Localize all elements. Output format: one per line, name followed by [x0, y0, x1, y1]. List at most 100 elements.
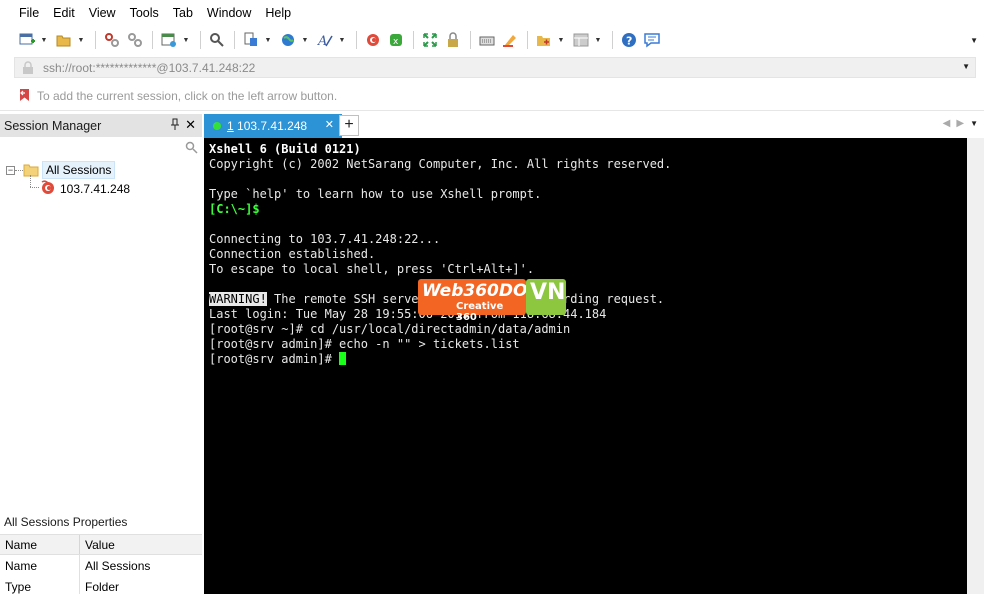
- collapse-toggle[interactable]: −: [6, 165, 15, 175]
- toolbar-overflow-icon[interactable]: ▼: [970, 36, 978, 45]
- toolbar-separator: [356, 31, 357, 49]
- tree-connector: [15, 169, 23, 171]
- tree-connector: [30, 175, 31, 187]
- open-folder-icon[interactable]: [53, 29, 75, 51]
- xftp-icon[interactable]: [362, 29, 384, 51]
- column-header-value[interactable]: Value: [80, 538, 202, 552]
- close-icon[interactable]: ✕: [185, 117, 196, 133]
- session-icon: [40, 179, 56, 198]
- tab-list-dropdown-icon[interactable]: ▼: [970, 119, 978, 128]
- property-value: All Sessions: [85, 558, 151, 573]
- watermark-brand: Web360DO: [422, 281, 528, 301]
- svg-text:x: x: [393, 37, 399, 47]
- fullscreen-icon[interactable]: [419, 29, 441, 51]
- new-session-dropdown-icon[interactable]: ▼: [39, 29, 49, 51]
- terminal-line: Xshell 6 (Build 0121): [209, 142, 361, 156]
- terminal-line: [root@srv admin]# echo -n "" > tickets.l…: [209, 337, 520, 351]
- column-header-name[interactable]: Name: [0, 535, 80, 554]
- warning-label: WARNING!: [209, 292, 267, 306]
- tab-prev-icon[interactable]: ◀: [943, 118, 957, 129]
- toolbar-separator: [413, 31, 414, 49]
- tab-navigation[interactable]: ◀▶▼: [943, 118, 978, 129]
- layout-icon[interactable]: [570, 29, 592, 51]
- session-tree-panel: − All Sessions 103.7.41.248: [0, 137, 202, 512]
- menu-tools[interactable]: Tools: [123, 0, 166, 26]
- session-manager-header: Session Manager ✕: [0, 114, 202, 137]
- terminal-line: Connection established.: [209, 247, 376, 261]
- remote-prompt: [root@srv admin]#: [209, 352, 340, 366]
- disconnect-icon[interactable]: [101, 29, 123, 51]
- terminal-line-current: [root@srv admin]#: [209, 352, 962, 367]
- menu-file[interactable]: File: [12, 0, 46, 26]
- search-icon[interactable]: [185, 141, 198, 157]
- pin-icon[interactable]: [170, 118, 180, 133]
- session-manager-title: Session Manager: [4, 118, 102, 133]
- tree-item-label[interactable]: All Sessions: [42, 161, 116, 179]
- terminal-scrollbar[interactable]: [967, 138, 984, 594]
- keyboard-icon[interactable]: [476, 29, 498, 51]
- terminal-output[interactable]: Xshell 6 (Build 0121) Copyright (c) 2002…: [204, 138, 967, 594]
- tree-item-session[interactable]: 103.7.41.248: [40, 179, 130, 198]
- address-input[interactable]: ssh://root:*************@103.7.41.248:22: [43, 61, 255, 75]
- reconnect-icon[interactable]: [124, 29, 146, 51]
- globe-dropdown-icon[interactable]: ▼: [300, 29, 310, 51]
- open-dropdown-icon[interactable]: ▼: [76, 29, 86, 51]
- bookmark-icon[interactable]: [18, 88, 32, 105]
- tree-item-label[interactable]: 103.7.41.248: [60, 182, 130, 196]
- lock-icon[interactable]: [442, 29, 464, 51]
- table-row: Name All Sessions: [0, 555, 202, 576]
- properties-table: Name Value Name All Sessions Type Folder: [0, 534, 202, 594]
- highlight-icon[interactable]: [499, 29, 521, 51]
- table-header: Name Value: [0, 534, 202, 555]
- tab-close-icon[interactable]: ✕: [325, 118, 334, 131]
- toolbar-separator: [612, 31, 613, 49]
- terminal-line: Type `help' to learn how to use Xshell p…: [209, 187, 542, 201]
- tab-bar: 1 103.7.41.248 ✕ + ◀▶▼: [202, 114, 984, 138]
- tab-next-icon[interactable]: ▶: [956, 118, 970, 129]
- property-name: Type: [0, 576, 80, 594]
- help-icon[interactable]: ?: [618, 29, 640, 51]
- hint-text: To add the current session, click on the…: [37, 89, 338, 103]
- watermark-logo: Web360DO Creative 360 VN: [418, 279, 566, 323]
- terminal-line: Copyright (c) 2002 NetSarang Computer, I…: [209, 157, 672, 171]
- terminal-line: Last login: Tue May 28 19:55:06 2019 fro…: [209, 307, 607, 321]
- terminal-line: [root@srv ~]# cd /usr/local/directadmin/…: [209, 322, 571, 336]
- terminal-line-warning: WARNING! The remote SSH server rejected …: [209, 292, 962, 307]
- tab-session-1[interactable]: 1 103.7.41.248 ✕: [204, 114, 342, 138]
- menu-view[interactable]: View: [82, 0, 123, 26]
- menu-help[interactable]: Help: [258, 0, 298, 26]
- font-icon[interactable]: A: [314, 29, 336, 51]
- globe-icon[interactable]: [277, 29, 299, 51]
- new-window-icon[interactable]: [158, 29, 180, 51]
- font-dropdown-icon[interactable]: ▼: [337, 29, 347, 51]
- toolbar-separator: [200, 31, 201, 49]
- address-bar[interactable]: ssh://root:*************@103.7.41.248:22…: [14, 57, 976, 78]
- new-tab-button[interactable]: +: [339, 115, 359, 136]
- terminal-line: Connecting to 103.7.41.248:22...: [209, 232, 441, 246]
- toolbar-separator: [527, 31, 528, 49]
- new-session-icon[interactable]: [16, 29, 38, 51]
- transfer-icon[interactable]: [240, 29, 262, 51]
- divider: [0, 110, 984, 111]
- menu-window[interactable]: Window: [200, 0, 258, 26]
- property-value: Folder: [85, 579, 120, 594]
- toolbar: ▼ ▼ ▼ ▼ ▼ A ▼ x ▼ ▼ ? ▼: [0, 27, 984, 53]
- chat-icon[interactable]: [641, 29, 663, 51]
- tree-item-all-sessions[interactable]: − All Sessions: [6, 161, 116, 179]
- terminal-line: To escape to local shell, press 'Ctrl+Al…: [209, 262, 535, 276]
- xmanager-icon[interactable]: x: [385, 29, 407, 51]
- transfer-dropdown-icon[interactable]: ▼: [263, 29, 273, 51]
- window-dropdown-icon[interactable]: ▼: [181, 29, 191, 51]
- script-dropdown-icon[interactable]: ▼: [556, 29, 566, 51]
- menu-tab[interactable]: Tab: [166, 0, 200, 26]
- find-icon[interactable]: [206, 29, 228, 51]
- add-script-icon[interactable]: [533, 29, 555, 51]
- connected-status-icon: [213, 122, 221, 130]
- address-dropdown-icon[interactable]: ▼: [962, 62, 970, 71]
- layout-dropdown-icon[interactable]: ▼: [593, 29, 603, 51]
- menu-edit[interactable]: Edit: [46, 0, 82, 26]
- text-cursor: [339, 352, 347, 365]
